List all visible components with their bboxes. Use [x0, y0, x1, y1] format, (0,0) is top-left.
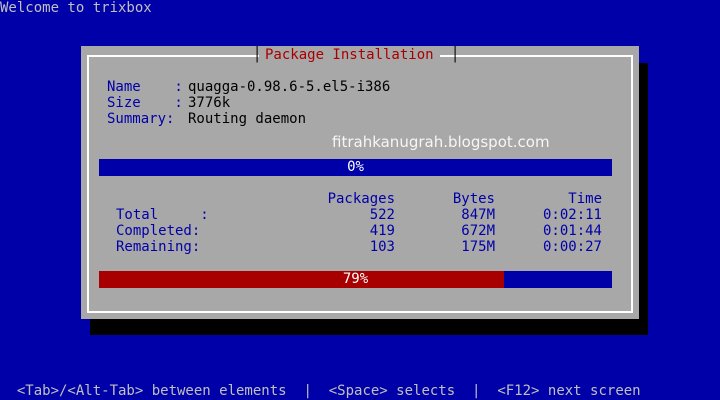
remaining-time: 0:00:27 — [542, 239, 602, 255]
row-label-remaining: Remaining: — [116, 239, 201, 255]
footer-separator: | — [303, 383, 312, 399]
dialog-title: Package Installation — [259, 47, 440, 63]
total-bytes: 847M — [461, 207, 495, 223]
row-label-completed: Completed: — [116, 223, 201, 239]
footer-separator: | — [472, 383, 481, 399]
summary-label: Summary: — [107, 111, 175, 127]
total-progress-label: 79% — [342, 271, 369, 287]
name-label: Name : — [107, 79, 183, 95]
name-value: quagga-0.98.6-5.el5-i386 — [188, 79, 391, 95]
remaining-bytes: 175M — [461, 239, 495, 255]
package-installation-dialog: │ Package Installation │ Name : quagga-0… — [81, 46, 639, 319]
completed-time: 0:01:44 — [542, 223, 602, 239]
total-time: 0:02:11 — [542, 207, 602, 223]
remaining-packages: 103 — [369, 239, 395, 255]
watermark: fitrahkanugrah.blogspot.com — [332, 133, 550, 151]
col-header-time: Time — [568, 191, 602, 207]
completed-packages: 419 — [369, 223, 395, 239]
col-header-bytes: Bytes — [452, 191, 495, 207]
footer-hints: <Tab>/<Alt-Tab> between elements | <Spac… — [0, 383, 720, 399]
total-packages: 522 — [369, 207, 395, 223]
footer-hint-tab: <Tab>/<Alt-Tab> between elements — [0, 383, 304, 399]
col-header-packages: Packages — [327, 191, 395, 207]
row-label-total: Total : — [116, 207, 209, 223]
completed-bytes: 672M — [461, 223, 495, 239]
package-progress-label: 0% — [347, 159, 364, 175]
title-bracket-right: │ — [451, 47, 460, 63]
total-progress-bar: 79% — [99, 271, 612, 288]
package-progress-bar: 0% — [99, 159, 612, 176]
footer-hint-space: <Space> selects — [311, 383, 473, 399]
title-bracket-left: │ — [253, 47, 262, 63]
size-label: Size : — [107, 95, 183, 111]
footer-hint-f12: <F12> next screen — [480, 383, 641, 399]
summary-value: Routing daemon — [188, 111, 307, 127]
window-title: Welcome to trixbox — [0, 0, 152, 16]
size-value: 3776k — [188, 95, 231, 111]
